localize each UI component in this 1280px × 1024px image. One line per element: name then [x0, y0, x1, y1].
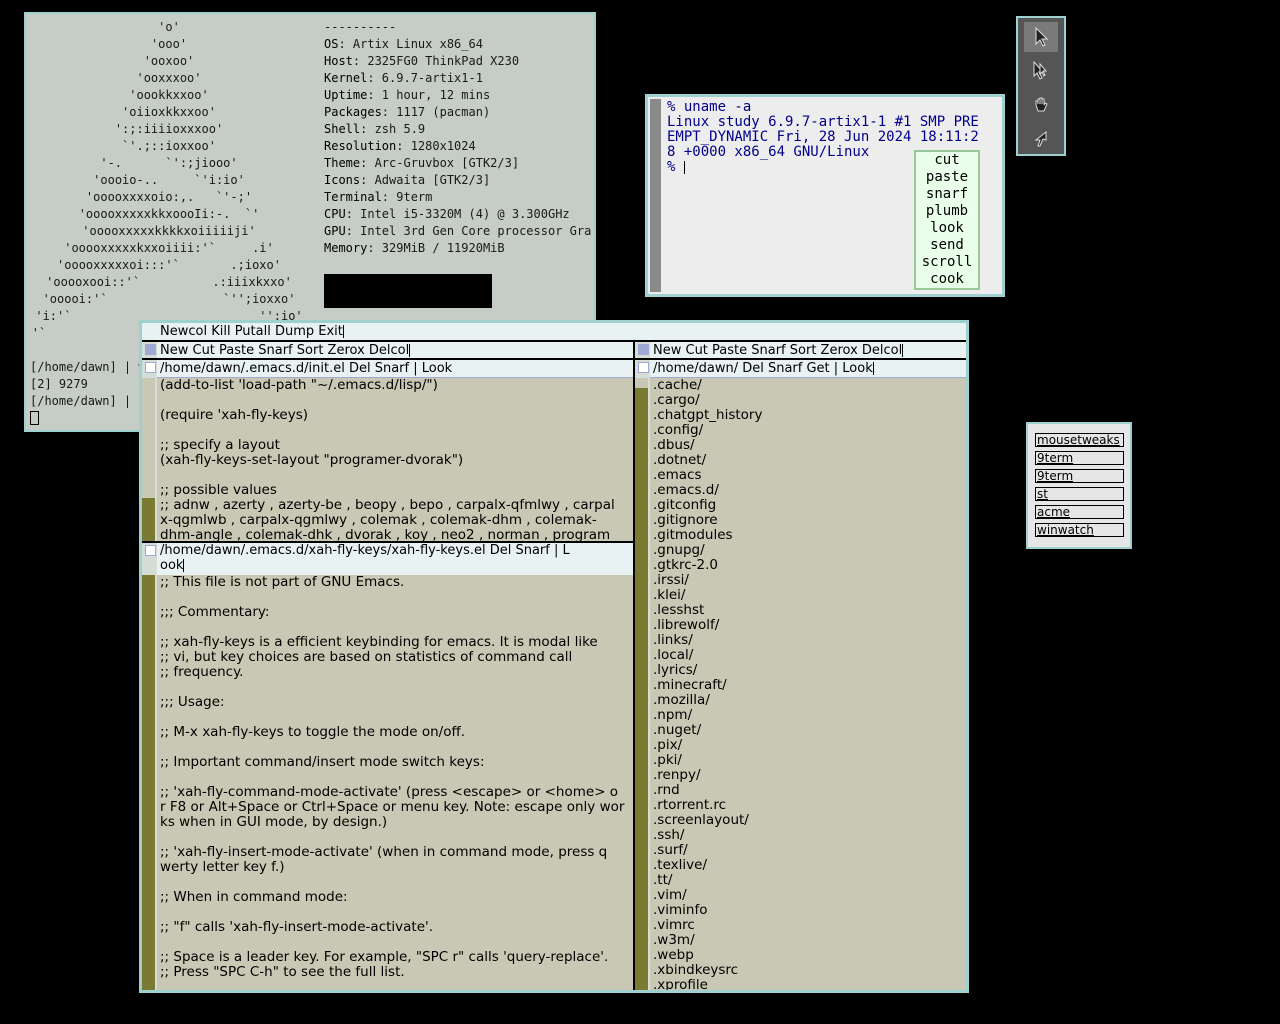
window3-tag-text[interactable]: /home/dawn/ Del Snarf Get | Look [650, 361, 873, 376]
winwatch-item-mousetweaks[interactable]: mousetweaks [1035, 433, 1124, 447]
info-uptime: Uptime: 1 hour, 12 mins [324, 88, 491, 102]
angled-arrow-icon [1034, 130, 1047, 147]
winwatch-item-acme[interactable]: acme [1035, 505, 1124, 519]
info-packages: Packages: 1117 (pacman) [324, 105, 491, 119]
menu-item-paste[interactable]: paste [916, 169, 978, 186]
window3-scroll-thumb[interactable] [635, 388, 648, 990]
window3-scrollbar[interactable] [635, 378, 648, 990]
info-gpu: GPU: Intel 3rd Gen Core processor Gra [324, 224, 592, 238]
text-cursor [683, 160, 685, 174]
pointer-tool-button[interactable] [1024, 22, 1058, 52]
grab-tool-button[interactable] [1024, 90, 1058, 120]
select-tool-button[interactable] [1024, 56, 1058, 86]
info-resolution: Resolution: 1280x1024 [324, 139, 476, 153]
tag-cursor [342, 325, 344, 338]
window3-dirty-box[interactable] [638, 362, 649, 373]
info-shell: Shell: zsh 5.9 [324, 122, 426, 136]
info-os: OS: Artix Linux x86_64 [324, 37, 483, 51]
mouse-tool-palette[interactable] [1016, 16, 1066, 156]
winwatch-item-winwatch[interactable]: winwatch [1035, 523, 1124, 537]
window2-scroll-thumb[interactable] [142, 575, 155, 990]
terminal-scrollbar[interactable] [650, 99, 661, 292]
menu-item-send[interactable]: send [916, 237, 978, 254]
menu-item-cut[interactable]: cut [916, 152, 978, 169]
info-host: Host: 2325FG0 ThinkPad X230 [324, 54, 520, 68]
column2-tag[interactable]: New Cut Paste Snarf Sort Zerox Delcol [650, 342, 966, 359]
winwatch-item-9term-2[interactable]: 9term [1035, 469, 1124, 483]
column2-handle[interactable] [638, 344, 649, 355]
artix-ascii-logo: 'o' 'ooo' 'ooxoo' 'ooxxxoo' 'oookkxxoo' … [31, 20, 307, 340]
info-theme: Theme: Arc-Gruvbox [GTK2/3] [324, 156, 520, 170]
tag-cursor [902, 344, 904, 357]
info-terminal: Terminal: 9term [324, 190, 433, 204]
winwatch-item-9term-1[interactable]: 9term [1035, 451, 1124, 465]
window2-dirty-box[interactable] [145, 545, 156, 556]
window1-tag[interactable]: /home/dawn/.emacs.d/init.el Del Snarf | … [157, 360, 633, 378]
window1-scroll-thumb[interactable] [142, 498, 155, 541]
window1-body[interactable]: (add-to-list 'load-path "~/.emacs.d/lisp… [157, 378, 633, 541]
window2-scrollbar[interactable] [142, 575, 155, 990]
info-icons: Icons: Adwaita [GTK2/3] [324, 173, 491, 187]
hand-icon [1035, 97, 1048, 112]
color-block [324, 274, 492, 308]
main-tag-text[interactable]: Newcol Kill Putall Dump Exit [142, 324, 343, 339]
menu-item-plumb[interactable]: plumb [916, 203, 978, 220]
tag-cursor [872, 362, 874, 375]
double-arrow-cursor-icon [1033, 61, 1048, 80]
window2-tag-line2[interactable]: ook [160, 558, 183, 573]
column1-tag-text[interactable]: New Cut Paste Snarf Sort Zerox Delcol [157, 343, 409, 358]
acme-editor-window[interactable]: Newcol Kill Putall Dump Exit New Cut Pas… [139, 320, 969, 993]
terminal-context-menu[interactable]: cut paste snarf plumb look send scroll c… [914, 150, 980, 290]
directory-listing[interactable]: .cache/ .cargo/ .chatgpt_history .config… [650, 378, 966, 990]
window3-tag[interactable]: /home/dawn/ Del Snarf Get | Look [650, 360, 966, 378]
info-separator: ---------- [324, 20, 397, 34]
menu-item-cook[interactable]: cook [916, 271, 978, 288]
winwatch-item-st[interactable]: st [1035, 487, 1124, 501]
acme-main-tag[interactable]: Newcol Kill Putall Dump Exit [142, 323, 966, 340]
system-info: ---------- OS: Artix Linux x86_64 Host: … [324, 19, 591, 257]
info-cpu: CPU: Intel i5-3320M (4) @ 3.300GHz [324, 207, 570, 221]
info-memory: Memory: 329MiB / 11920MiB [324, 241, 505, 255]
column1-handle[interactable] [145, 344, 156, 355]
tag-cursor [409, 344, 411, 357]
window1-dirty-box[interactable] [145, 362, 156, 373]
text-cursor [30, 411, 39, 425]
menu-item-look[interactable]: look [916, 220, 978, 237]
menu-item-scroll[interactable]: scroll [916, 254, 978, 271]
menu-item-snarf[interactable]: snarf [916, 186, 978, 203]
column2-tag-text[interactable]: New Cut Paste Snarf Sort Zerox Delcol [650, 343, 902, 358]
window2-tag[interactable]: /home/dawn/.emacs.d/xah-fly-keys/xah-fly… [157, 543, 633, 576]
winwatch-window[interactable]: mousetweaks 9term 9term st acme winwatch [1026, 422, 1132, 549]
move-tool-button[interactable] [1024, 124, 1058, 154]
window2-body[interactable]: ;; This file is not part of GNU Emacs. ;… [157, 575, 633, 990]
window2-tag-line1[interactable]: /home/dawn/.emacs.d/xah-fly-keys/xah-fly… [157, 543, 633, 558]
window1-tag-text[interactable]: /home/dawn/.emacs.d/init.el Del Snarf | … [157, 361, 452, 376]
window1-scrollbar[interactable] [142, 378, 155, 541]
column1-tag[interactable]: New Cut Paste Snarf Sort Zerox Delcol [157, 342, 633, 359]
arrow-cursor-icon [1035, 27, 1049, 47]
tag-cursor [183, 559, 185, 572]
info-kernel: Kernel: 6.9.7-artix1-1 [324, 71, 483, 85]
